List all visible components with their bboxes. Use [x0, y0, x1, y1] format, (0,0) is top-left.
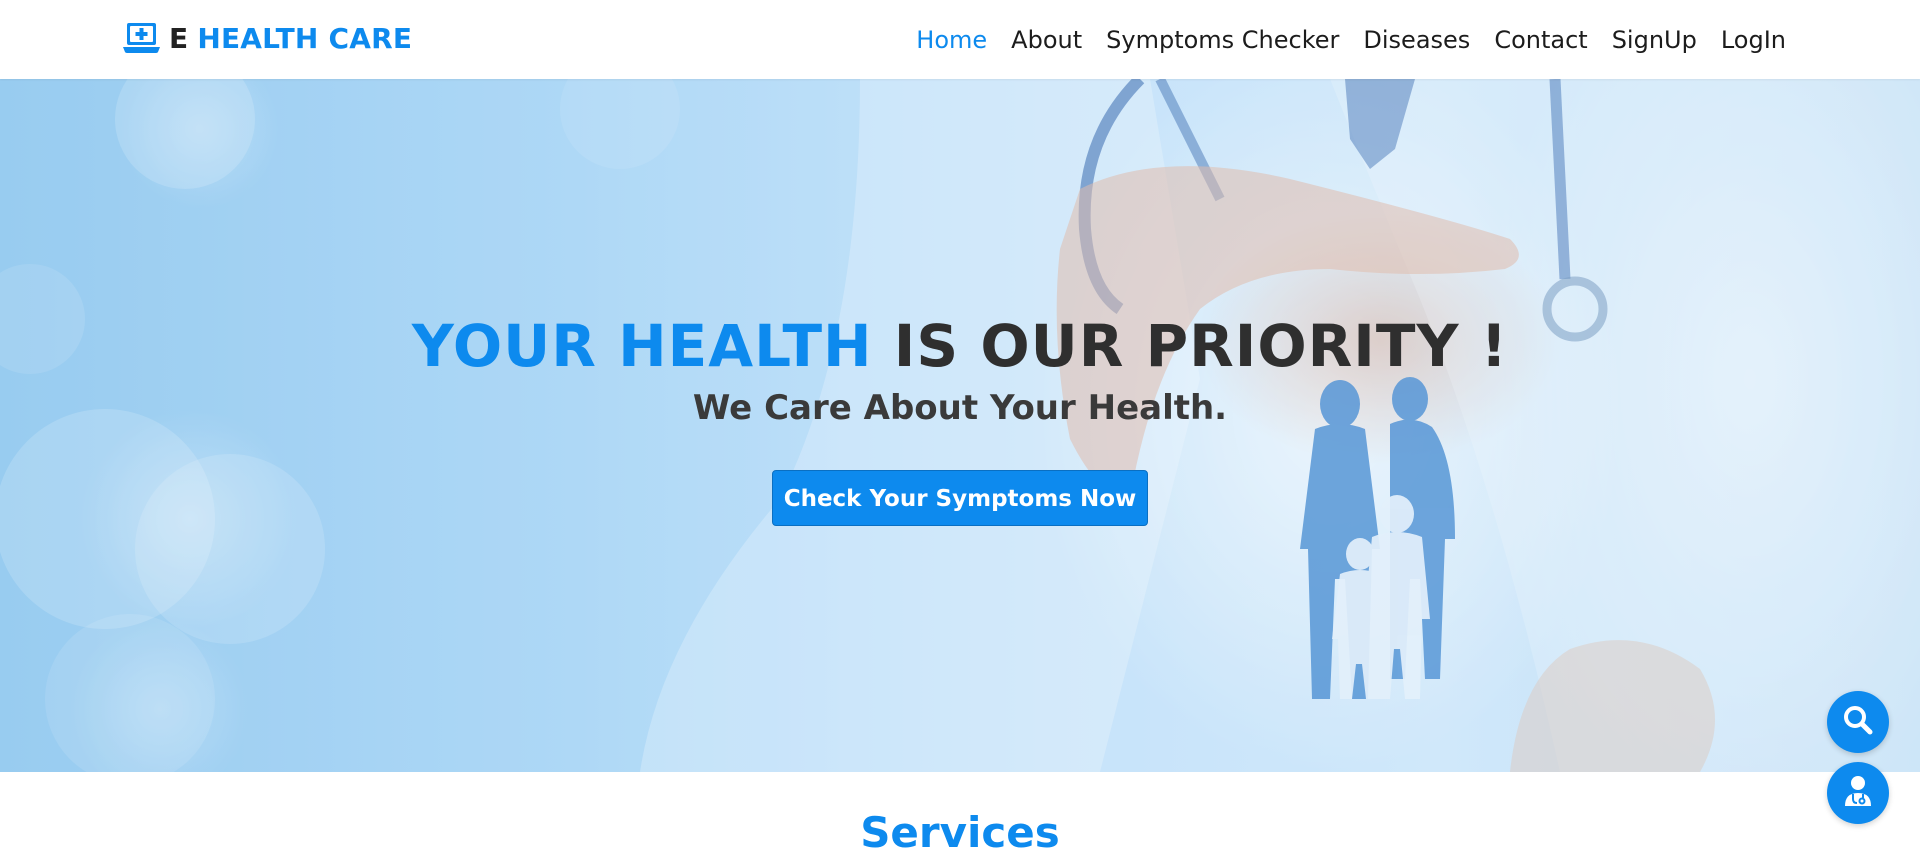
brand-prefix: E: [169, 21, 189, 55]
nav-item-about[interactable]: About: [1011, 26, 1082, 54]
medical-laptop-icon: [123, 22, 160, 55]
hero-subtitle: We Care About Your Health.: [692, 388, 1228, 428]
nav-item-signup[interactable]: SignUp: [1612, 26, 1697, 54]
doctor-icon: [1843, 775, 1873, 811]
hero-section: YOUR HEALTH IS OUR PRIORITY ! We Care Ab…: [0, 79, 1920, 772]
hero-title: YOUR HEALTH IS OUR PRIORITY !: [0, 311, 1920, 381]
floating-doctor-button[interactable]: [1827, 762, 1889, 824]
main-nav: Home About Symptoms Checker Diseases Con…: [916, 0, 1786, 79]
hero-title-accent: YOUR HEALTH: [411, 312, 873, 380]
navbar: E HEALTH CARE Home About Symptoms Checke…: [0, 0, 1920, 79]
nav-item-contact[interactable]: Contact: [1494, 26, 1587, 54]
nav-item-symptoms-checker[interactable]: Symptoms Checker: [1106, 26, 1339, 54]
brand-logo-link[interactable]: E HEALTH CARE: [123, 19, 412, 57]
nav-item-login[interactable]: LogIn: [1721, 26, 1786, 54]
search-icon: [1842, 704, 1874, 740]
nav-item-home[interactable]: Home: [916, 26, 987, 54]
check-symptoms-button[interactable]: Check Your Symptoms Now: [772, 470, 1148, 526]
floating-search-button[interactable]: [1827, 691, 1889, 753]
hero-content: YOUR HEALTH IS OUR PRIORITY ! We Care Ab…: [0, 311, 1920, 526]
brand-name: HEALTH CARE: [197, 21, 413, 55]
hero-title-rest: IS OUR PRIORITY !: [872, 312, 1509, 380]
services-heading: Services: [860, 808, 1060, 857]
nav-item-diseases[interactable]: Diseases: [1363, 26, 1470, 54]
